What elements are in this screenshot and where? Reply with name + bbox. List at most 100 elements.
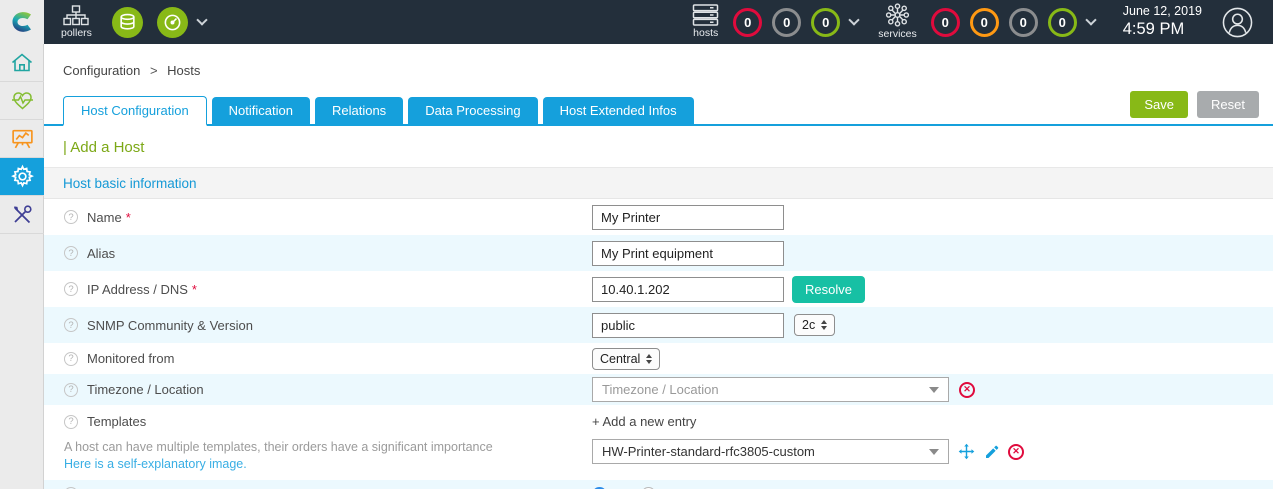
monitored-from-select[interactable]: Central <box>592 347 661 370</box>
help-icon[interactable]: ? <box>64 210 78 224</box>
services-icon <box>885 3 910 27</box>
user-avatar-icon[interactable] <box>1222 7 1253 38</box>
sidebar-item-administration[interactable] <box>0 196 44 234</box>
form-actions: Save Reset <box>1130 91 1259 124</box>
poller-chevron-down-icon[interactable] <box>196 14 208 26</box>
template-delete-icon[interactable]: ✕ <box>1008 443 1024 460</box>
section-header: Host basic information <box>44 168 1273 199</box>
ip-address-input[interactable] <box>592 276 784 302</box>
snmp-label: SNMP Community & Version <box>87 317 253 333</box>
select-spinner-icon <box>646 353 653 364</box>
monitored-from-label: Monitored from <box>87 351 175 366</box>
current-date: June 12, 2019 <box>1122 4 1202 19</box>
timezone-placeholder: Timezone / Location <box>602 382 719 397</box>
add-template-entry-link[interactable]: + Add a new entry <box>592 414 1024 429</box>
tab-host-configuration[interactable]: Host Configuration <box>63 96 207 126</box>
timezone-combobox[interactable]: Timezone / Location <box>592 377 949 402</box>
services-warning-count: 0 <box>980 14 988 30</box>
pencil-icon <box>986 445 999 458</box>
help-icon[interactable]: ? <box>64 414 78 429</box>
centreon-logo-icon <box>12 12 31 32</box>
sidebar-item-reporting[interactable] <box>0 120 44 158</box>
form-row-ip-address: ? IP Address / DNS * Resolve <box>44 271 1273 307</box>
breadcrumb-item-configuration[interactable]: Configuration <box>63 63 140 78</box>
services-critical-counter[interactable]: 0 <box>930 7 960 37</box>
hosts-unreachable-count: 0 <box>783 14 791 30</box>
name-label: Name <box>87 209 122 225</box>
help-icon[interactable]: ? <box>64 318 78 332</box>
timezone-label: Timezone / Location <box>87 382 204 397</box>
reset-button[interactable]: Reset <box>1197 91 1259 118</box>
help-icon[interactable]: ? <box>64 382 78 397</box>
template-move-handle[interactable] <box>958 443 975 460</box>
pollers-label: pollers <box>61 26 92 39</box>
name-input[interactable] <box>592 204 784 230</box>
main-content: Configuration > Hosts Host Configuration… <box>44 44 1273 489</box>
help-icon[interactable]: ? <box>64 282 78 296</box>
gear-icon <box>10 164 34 188</box>
form-row-templates: ? Templates A host can have multiple tem… <box>44 405 1273 480</box>
chart-easel-icon <box>11 129 33 149</box>
services-chevron-down-icon[interactable] <box>1085 14 1097 26</box>
breadcrumb-separator: > <box>149 63 158 78</box>
sidebar-item-home[interactable] <box>0 44 44 82</box>
services-warning-counter[interactable]: 0 <box>969 7 999 37</box>
help-icon[interactable]: ? <box>64 351 78 366</box>
resolve-button[interactable]: Resolve <box>792 275 865 303</box>
sidebar-item-configuration[interactable] <box>0 158 44 196</box>
snmp-version-value: 2c <box>802 318 816 332</box>
hosts-unreachable-counter[interactable]: 0 <box>772 7 802 37</box>
alias-label: Alias <box>87 245 116 261</box>
dropdown-caret-icon <box>929 386 939 393</box>
tab-host-extended-infos[interactable]: Host Extended Infos <box>542 97 694 124</box>
save-button[interactable]: Save <box>1130 91 1189 118</box>
hosts-up-counter[interactable]: 0 <box>811 7 841 37</box>
templates-note: A host can have multiple templates, thei… <box>64 440 493 454</box>
sidebar-item-monitoring[interactable] <box>0 82 44 120</box>
breadcrumb: Configuration > Hosts <box>44 44 1273 91</box>
tab-notification[interactable]: Notification <box>211 97 310 124</box>
heartbeat-icon <box>11 91 33 109</box>
snmp-version-select[interactable]: 2c <box>794 314 836 336</box>
required-asterisk: * <box>191 281 197 297</box>
timezone-clear-icon[interactable]: ✕ <box>959 381 975 398</box>
hosts-menu[interactable]: hosts <box>692 4 719 40</box>
home-icon <box>11 52 33 71</box>
form-row-monitored-from: ? Monitored from Central <box>44 343 1273 374</box>
tools-icon <box>14 204 32 223</box>
gauge-status-button[interactable] <box>156 6 188 38</box>
form-row-snmp: ? SNMP Community & Version 2c <box>44 307 1273 343</box>
template-value: HW-Printer-standard-rfc3805-custom <box>602 444 815 459</box>
template-combobox[interactable]: HW-Printer-standard-rfc3805-custom <box>592 439 949 464</box>
services-unknown-counter[interactable]: 0 <box>1008 7 1038 37</box>
form-row-create-services: ? Create Services linked to the Template… <box>44 480 1273 489</box>
help-icon[interactable]: ? <box>64 246 78 260</box>
snmp-community-input[interactable] <box>592 312 784 338</box>
tab-relations[interactable]: Relations <box>314 97 404 124</box>
templates-label: Templates <box>87 414 147 429</box>
tab-data-processing[interactable]: Data Processing <box>408 97 538 124</box>
hosts-chevron-down-icon[interactable] <box>848 14 860 26</box>
hosts-icon <box>692 4 719 26</box>
hosts-label: hosts <box>693 27 719 40</box>
breadcrumb-item-hosts[interactable]: Hosts <box>167 63 200 78</box>
alias-input[interactable] <box>592 240 784 266</box>
services-ok-counter[interactable]: 0 <box>1047 7 1077 37</box>
services-menu[interactable]: services <box>878 3 917 41</box>
hosts-down-count: 0 <box>744 14 752 30</box>
gauge-icon <box>164 14 181 30</box>
tabs-bar: Host Configuration Notification Relation… <box>44 91 1273 126</box>
database-icon <box>120 13 135 30</box>
database-status-button[interactable] <box>111 6 143 38</box>
centreon-logo[interactable] <box>0 0 44 44</box>
pollers-menu[interactable]: pollers <box>61 5 92 40</box>
datetime: June 12, 2019 4:59 PM <box>1123 3 1202 41</box>
sidebar <box>0 44 44 489</box>
pollers-icon <box>63 5 90 25</box>
form-row-timezone: ? Timezone / Location Timezone / Locatio… <box>44 374 1273 405</box>
template-edit-button[interactable] <box>984 444 1000 460</box>
templates-example-link[interactable]: Here is a self-explanatory image. <box>64 457 592 471</box>
services-critical-count: 0 <box>941 14 949 30</box>
required-asterisk: * <box>125 209 131 225</box>
hosts-down-counter[interactable]: 0 <box>733 7 763 37</box>
